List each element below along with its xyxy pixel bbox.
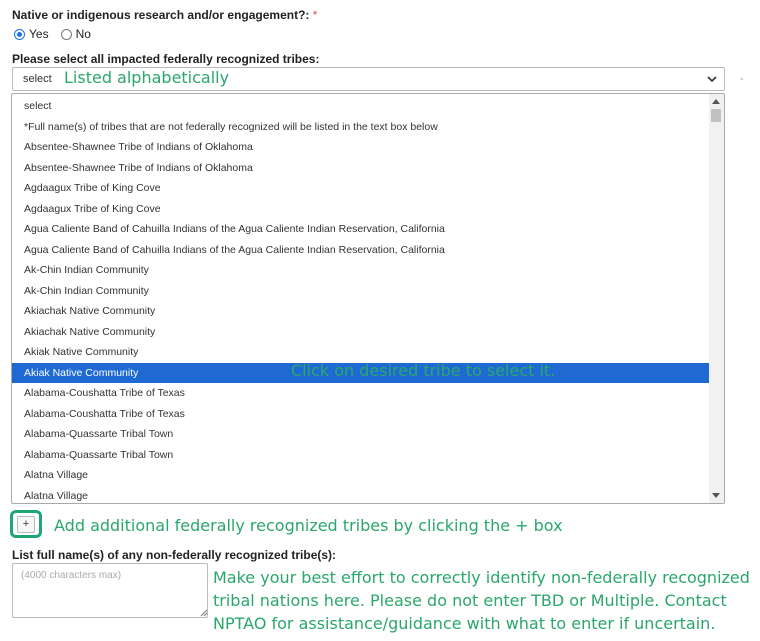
scrollbar-thumb[interactable] (711, 109, 721, 122)
no-radio[interactable] (60, 28, 72, 40)
scroll-down-arrow-icon[interactable] (712, 493, 720, 498)
tribe-option[interactable]: Agdaagux Tribe of King Cove (12, 178, 709, 199)
required-mark: * (312, 8, 318, 22)
tribe-option[interactable]: Akiak Native Community (12, 342, 709, 363)
tribe-option[interactable]: Alatna Village (12, 465, 709, 486)
no-radio-label[interactable]: No (76, 27, 91, 41)
scroll-up-arrow-icon[interactable] (712, 99, 720, 104)
native-research-question: Native or indigenous research and/or eng… (12, 8, 317, 22)
select-value: select (23, 73, 52, 85)
tribe-option[interactable]: Alatna Village (12, 486, 709, 504)
add-tribe-highlight: + (10, 510, 42, 538)
tribe-option[interactable]: select (12, 96, 709, 117)
annotation-add-tribes: Add additional federally recognized trib… (54, 516, 563, 535)
listbox-scrollbar[interactable] (709, 94, 724, 503)
tribe-listbox[interactable]: select *Full name(s) of tribes that are n… (11, 93, 725, 504)
tribe-option[interactable]: Agua Caliente Band of Cahuilla Indians o… (12, 240, 709, 261)
tribe-option[interactable]: Alabama-Coushatta Tribe of Texas (12, 383, 709, 404)
tribe-option[interactable]: Ak-Chin Indian Community (12, 260, 709, 281)
dash-separator: - (740, 73, 744, 85)
tribe-option[interactable]: Alabama-Coushatta Tribe of Texas (12, 404, 709, 425)
annotation-click-tribe: Click on desired tribe to select it. (291, 361, 556, 380)
yes-radio-label[interactable]: Yes (29, 27, 49, 41)
tribe-option[interactable]: Alabama-Quassarte Tribal Town (12, 424, 709, 445)
tribe-option[interactable]: Akiachak Native Community (12, 322, 709, 343)
chevron-down-icon (707, 76, 717, 83)
tribe-option[interactable]: Agdaagux Tribe of King Cove (12, 199, 709, 220)
nonfederal-tribes-textarea[interactable] (12, 563, 208, 618)
nonfederal-tribes-label: List full name(s) of any non-federally r… (12, 548, 337, 562)
tribe-option[interactable]: Akiachak Native Community (12, 301, 709, 322)
question-label: Native or indigenous research and/or eng… (12, 8, 310, 22)
tribe-option[interactable]: Absentee-Shawnee Tribe of Indians of Okl… (12, 158, 709, 179)
tribe-option[interactable]: Ak-Chin Indian Community (12, 281, 709, 302)
yes-radio[interactable] (14, 28, 25, 40)
tribes-select-label: Please select all impacted federally rec… (12, 52, 320, 66)
native-research-radio-group: Yes No (14, 26, 103, 42)
annotation-listed-alphabetically: Listed alphabetically (64, 68, 230, 87)
tribe-option[interactable]: Alabama-Quassarte Tribal Town (12, 445, 709, 466)
tribe-option[interactable]: *Full name(s) of tribes that are not fed… (12, 117, 709, 138)
add-tribe-button[interactable]: + (17, 516, 35, 533)
annotation-nonfederal-note: Make your best effort to correctly ident… (213, 568, 750, 633)
tribe-options: select *Full name(s) of tribes that are n… (12, 96, 709, 504)
resize-grip-icon[interactable] (199, 608, 208, 617)
tribe-option[interactable]: Agua Caliente Band of Cahuilla Indians o… (12, 219, 709, 240)
tribe-option[interactable]: Absentee-Shawnee Tribe of Indians of Okl… (12, 137, 709, 158)
